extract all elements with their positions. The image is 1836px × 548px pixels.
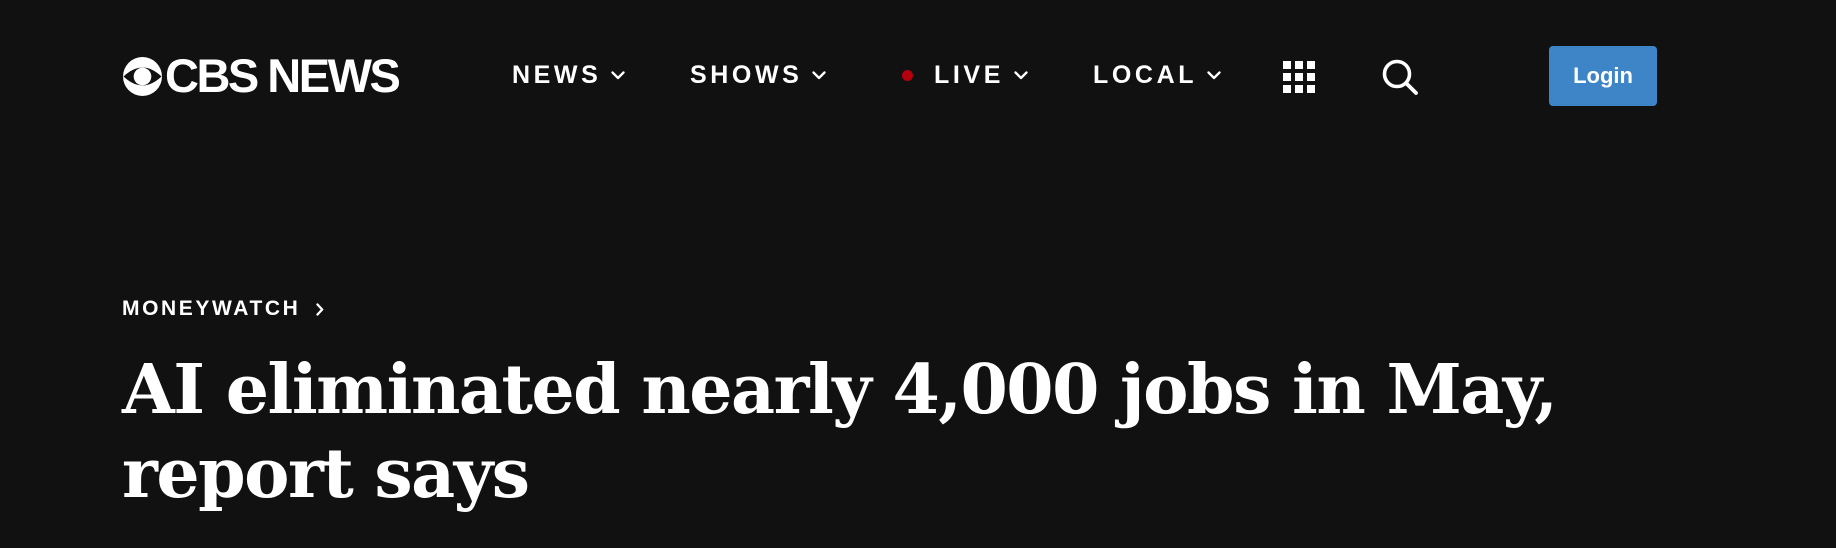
- nav-shows[interactable]: SHOWS: [690, 58, 827, 92]
- apps-grid-dot: [1283, 73, 1291, 81]
- apps-grid-dot: [1307, 61, 1315, 69]
- chevron-right-icon: [316, 302, 324, 316]
- nav-news[interactable]: NEWS: [512, 58, 626, 92]
- breadcrumb-moneywatch[interactable]: MONEYWATCH: [122, 295, 324, 323]
- apps-grid-dot: [1295, 73, 1303, 81]
- cbs-news-logo[interactable]: CBS NEWS: [122, 49, 401, 102]
- nav-live[interactable]: LIVE: [902, 58, 1028, 92]
- chevron-down-icon: [1207, 70, 1221, 79]
- article-headline: AI eliminated nearly 4,000 jobs in May, …: [122, 350, 1558, 514]
- nav-live-label: LIVE: [934, 60, 1004, 89]
- nav-local[interactable]: LOCAL: [1093, 58, 1221, 92]
- logo-text: CBS NEWS: [165, 49, 401, 102]
- apps-grid-icon[interactable]: [1283, 61, 1316, 94]
- breadcrumb-label: MONEYWATCH: [122, 297, 301, 320]
- cbs-eye-icon: [123, 56, 162, 96]
- apps-grid-dot: [1307, 73, 1315, 81]
- login-button[interactable]: Login: [1549, 46, 1657, 106]
- apps-grid-dot: [1283, 61, 1291, 69]
- apps-grid-dot: [1295, 61, 1303, 69]
- chevron-down-icon: [812, 70, 827, 79]
- apps-grid-dot: [1295, 85, 1303, 93]
- chevron-down-icon: [1014, 70, 1028, 79]
- nav-shows-label: SHOWS: [690, 60, 803, 89]
- nav-local-label: LOCAL: [1093, 60, 1198, 89]
- search-icon[interactable]: [1381, 58, 1419, 96]
- apps-grid-dot: [1307, 85, 1315, 93]
- live-dot-icon: [902, 69, 913, 81]
- nav-news-label: NEWS: [512, 60, 602, 89]
- site-header: CBS NEWS NEWS SHOWS LIVE LOCAL Login: [0, 0, 1836, 150]
- apps-grid-dot: [1283, 85, 1291, 93]
- chevron-down-icon: [611, 70, 626, 79]
